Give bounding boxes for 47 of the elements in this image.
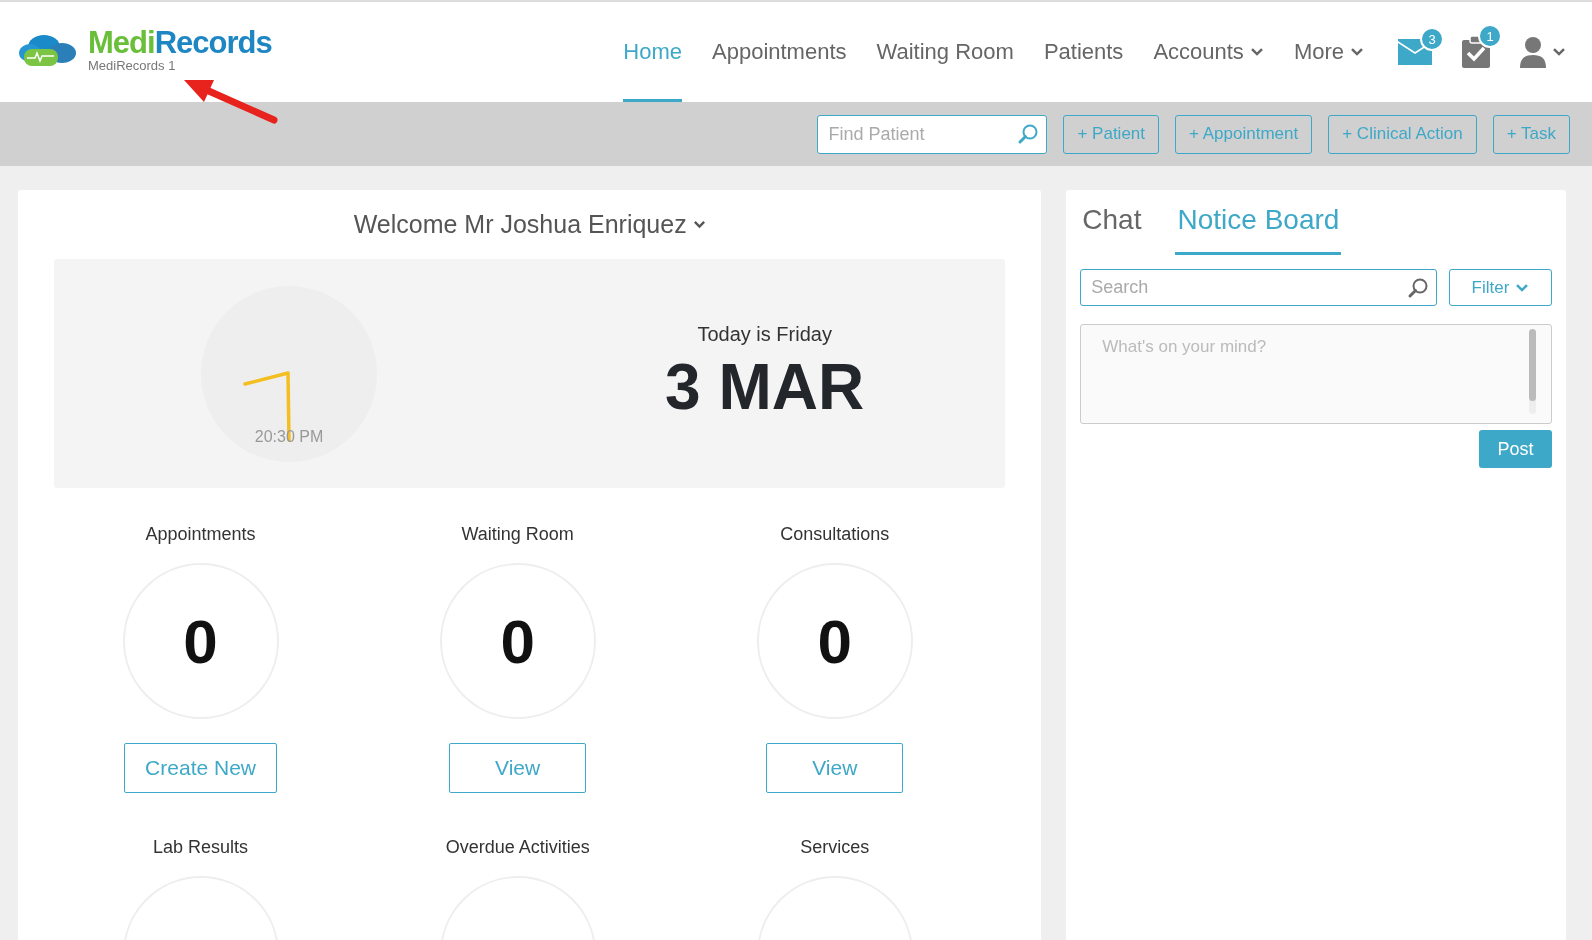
notification-button[interactable]: 3 (1398, 27, 1444, 65)
post-textarea[interactable]: What's on your mind? (1080, 324, 1552, 424)
user-icon (1520, 36, 1546, 68)
stat-label: Lab Results (153, 837, 249, 858)
add-button[interactable]: + Clinical Action (1328, 114, 1477, 154)
stat-action-button[interactable]: Create New (124, 743, 277, 793)
date-text: 3 MAR (665, 350, 865, 424)
chevron-down-icon (692, 220, 706, 229)
find-patient-field[interactable]: Find Patient (817, 114, 1048, 154)
stat-action-button[interactable]: View (449, 743, 587, 793)
notification-button[interactable]: 1 (1462, 24, 1502, 68)
chevron-down-icon (1249, 47, 1264, 57)
brand-name: MediRecords (88, 27, 272, 59)
stat-label: Consultations (780, 524, 890, 545)
panel-tab[interactable]: Notice Board (1175, 200, 1342, 255)
brand-subtitle: MediRecords 1 (88, 59, 177, 73)
cloud-heartbeat-icon (18, 33, 78, 67)
post-button[interactable]: Post (1479, 430, 1552, 468)
filter-button[interactable]: Filter (1449, 269, 1552, 306)
stat-count: 0 (500, 605, 535, 677)
nav-link[interactable]: More (1293, 2, 1364, 102)
count-badge: 1 (1478, 24, 1502, 48)
stat-count: 0 (817, 605, 852, 677)
search-icon (1017, 123, 1040, 145)
nav-link[interactable]: Waiting Room (876, 2, 1014, 102)
chevron-down-icon (1350, 47, 1364, 57)
welcome-title: Welcome Mr Joshua Enriquez (353, 210, 687, 239)
add-button[interactable]: + Patient (1063, 114, 1160, 154)
nav-link[interactable]: Patients (1043, 2, 1124, 102)
search-icon (1407, 276, 1429, 299)
count-badge: 3 (1420, 27, 1444, 51)
scrollbar[interactable] (1529, 329, 1536, 414)
chevron-down-icon (1552, 47, 1566, 57)
panel-tab[interactable]: Chat (1080, 200, 1144, 255)
nav-link[interactable]: Appointments (712, 2, 847, 102)
notice-search-field[interactable]: Search (1080, 269, 1437, 306)
stat-action-button[interactable]: View (766, 743, 904, 793)
stat-label: Overdue Activities (445, 837, 590, 858)
chevron-down-icon (1515, 282, 1530, 293)
stat-count: 0 (183, 605, 218, 677)
stat-label: Appointments (145, 524, 256, 545)
stat-label: Services (800, 837, 870, 858)
add-button[interactable]: + Task (1492, 114, 1570, 154)
weekday-text: Today is Friday (697, 323, 832, 346)
nav-link[interactable]: Accounts (1153, 2, 1264, 102)
stat-label: Waiting Room (461, 524, 574, 545)
add-button[interactable]: + Appointment (1175, 114, 1313, 154)
